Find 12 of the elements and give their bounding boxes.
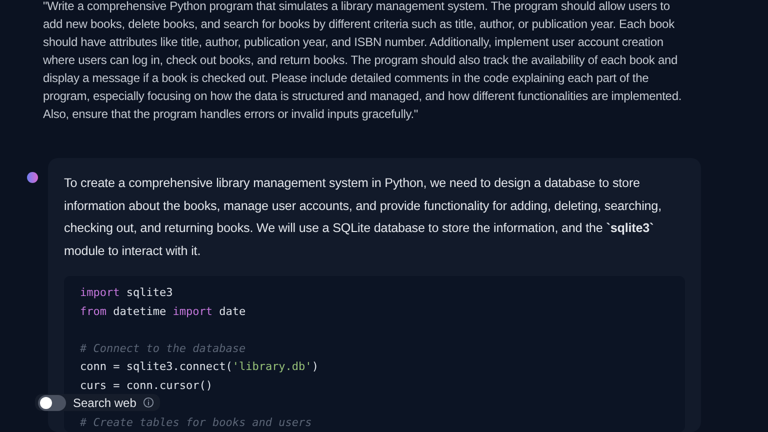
search-web-label: Search web [73,396,136,410]
answer-paragraph: To create a comprehensive library management system in Python, we need to design a database to store information about the books, manage user accounts, and provide functionality for adding, deleting, searching, checking out, and returning books. We will use a SQLite database to store the information, and the `sqlite3` module to interact with it. [64,175,662,260]
code-line: import sqlite3 [80,285,173,302]
code-line: # Connect to the database [80,340,246,357]
code-line: from datetime import date [80,304,246,320]
code-line: curs = conn.cursor() [80,378,212,394]
code-line: conn = sqlite3.connect('library.db') [80,359,318,376]
prompt-text: "Write a comprehensive Python program that simulates a library management system. The program should allow users to add new books, delete books, and search for books by different criteria such as title, author, or publication year. Each book should have attributes like title, author, publication year, and ISBN number. Additionally, implement user account creation where users can log in, check out books, and return books. The program should also track the availability of each book and display a message if a book is checked out. Please include detailed comments in the code explaining each part of the program, especially focusing on how the data is structured and managed, and how different functionalities are implemented. Also, ensure that the program handles errors or invalid inputs gracefully." [42,0,683,123]
info-icon[interactable] [143,397,154,408]
assistant-avatar-icon [27,172,38,183]
search-web-toggle[interactable] [38,394,66,410]
code-line: # Create tables for books and users [80,414,312,431]
